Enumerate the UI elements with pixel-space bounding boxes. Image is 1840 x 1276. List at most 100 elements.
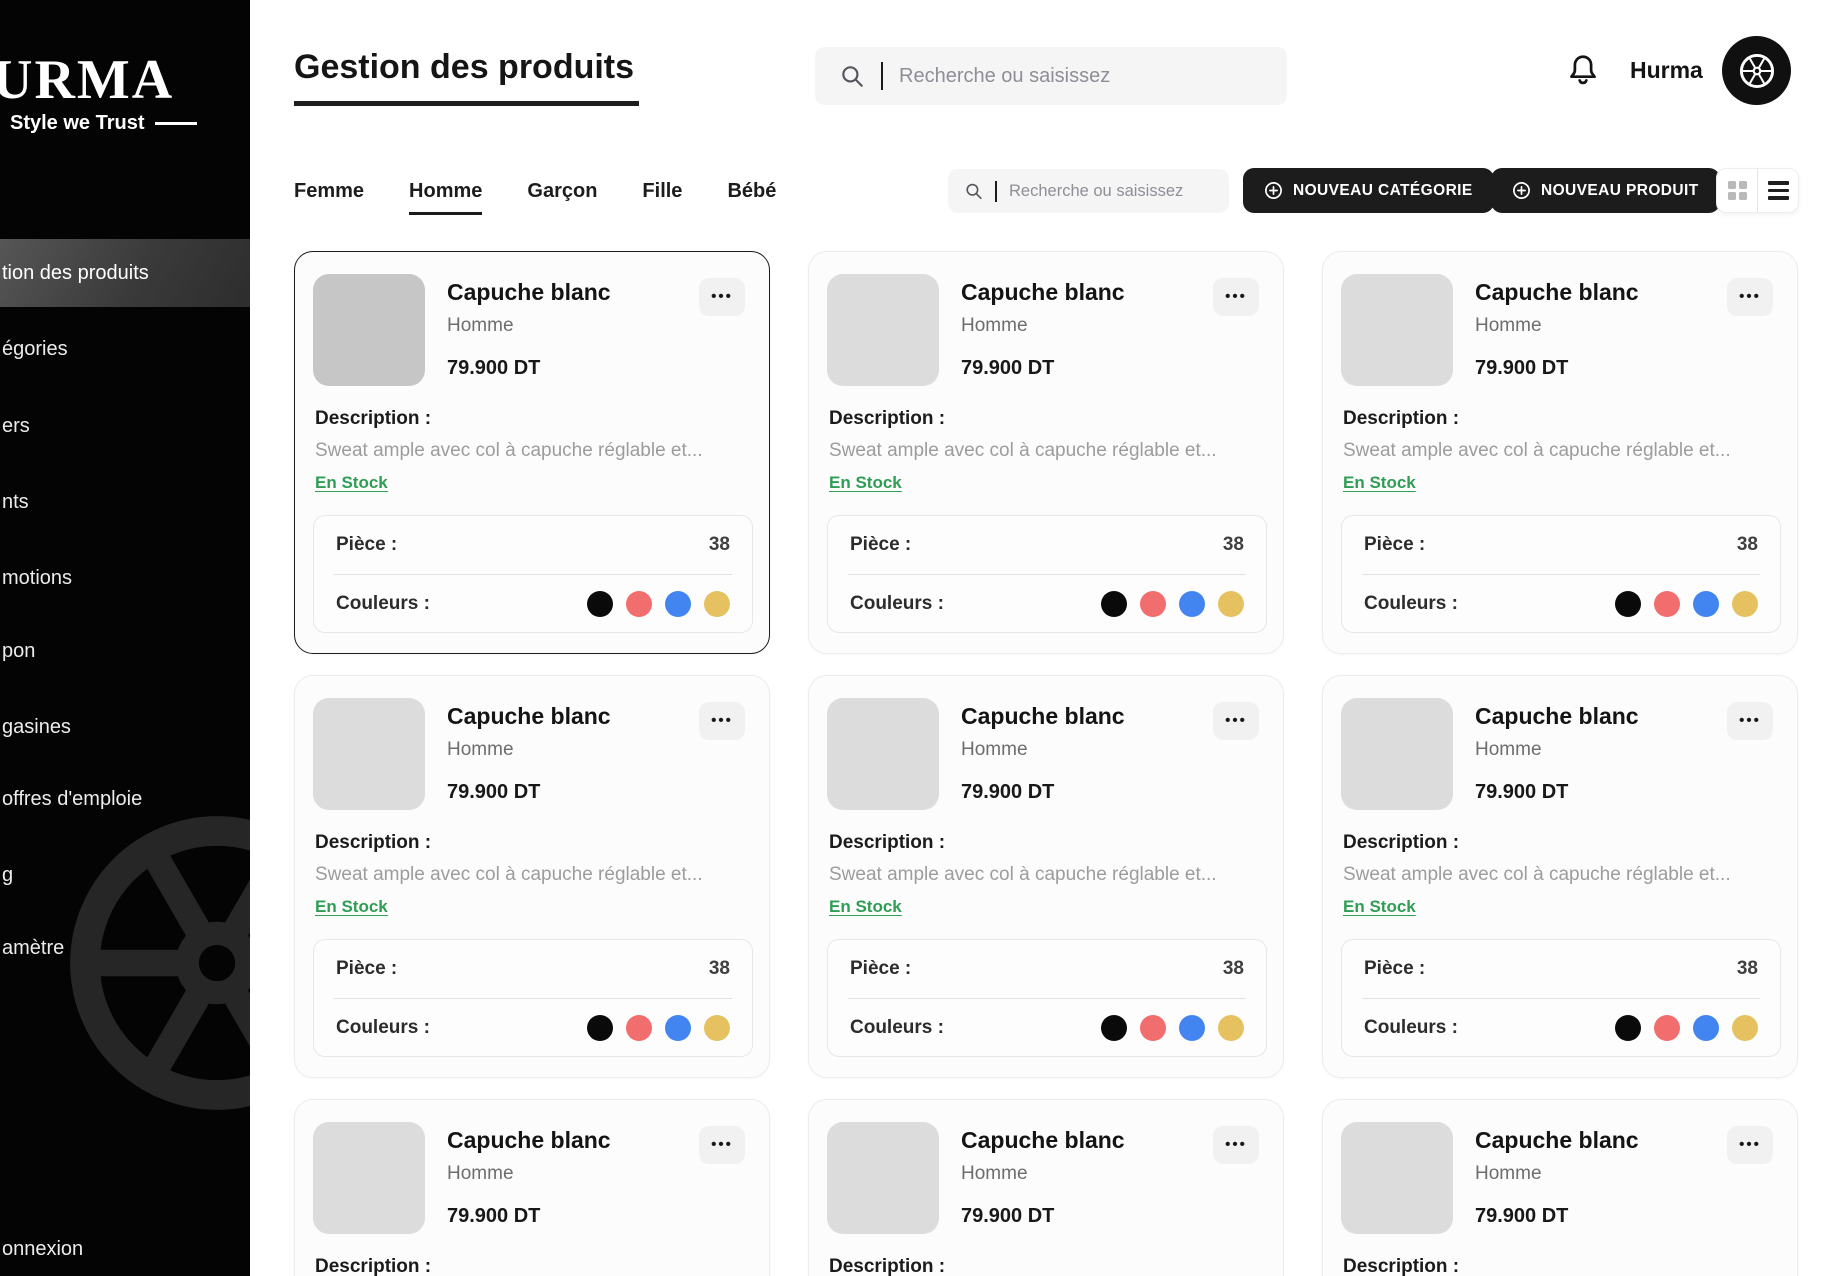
toolbar-search[interactable]: [948, 169, 1229, 213]
header-search[interactable]: [815, 47, 1287, 105]
swatch-blue[interactable]: [1693, 591, 1719, 617]
swatch-black[interactable]: [1101, 591, 1127, 617]
swatch-black[interactable]: [1101, 1015, 1127, 1041]
ellipsis-icon: •••: [1739, 712, 1761, 729]
product-card[interactable]: Capuche blanc Homme 79.900 DT ••• Descri…: [1322, 1099, 1798, 1276]
color-swatches: [1615, 591, 1758, 617]
tab-garcon[interactable]: Garçon: [527, 180, 597, 215]
swatch-black[interactable]: [587, 591, 613, 617]
product-category: Homme: [1475, 739, 1542, 761]
stock-badge[interactable]: En Stock: [829, 897, 902, 917]
sidebar-item-coupon[interactable]: pon: [0, 640, 250, 663]
product-image-placeholder: [827, 698, 939, 810]
swatch-blue[interactable]: [665, 1015, 691, 1041]
product-card[interactable]: Capuche blanc Homme 79.900 DT ••• Descri…: [808, 675, 1284, 1078]
product-category: Homme: [1475, 1163, 1542, 1185]
product-card[interactable]: Capuche blanc Homme 79.900 DT ••• Descri…: [808, 1099, 1284, 1276]
swatch-yellow[interactable]: [1218, 591, 1244, 617]
card-menu-button[interactable]: •••: [1727, 1126, 1773, 1164]
color-swatches: [1101, 1015, 1244, 1041]
swatch-blue[interactable]: [1693, 1015, 1719, 1041]
sidebar-item-promotions[interactable]: motions: [0, 567, 250, 590]
swatch-black[interactable]: [587, 1015, 613, 1041]
product-card[interactable]: Capuche blanc Homme 79.900 DT ••• Descri…: [1322, 251, 1798, 654]
product-card[interactable]: Capuche blanc Homme 79.900 DT ••• Descri…: [808, 251, 1284, 654]
sidebar-item-magasines[interactable]: gasines: [0, 716, 250, 739]
product-card[interactable]: Capuche blanc Homme 79.900 DT ••• Descri…: [294, 251, 770, 654]
swatch-black[interactable]: [1615, 591, 1641, 617]
page-title: Gestion des produits: [294, 48, 634, 87]
product-title: Capuche blanc: [447, 703, 611, 730]
product-card[interactable]: Capuche blanc Homme 79.900 DT ••• Descri…: [294, 675, 770, 1078]
card-menu-button[interactable]: •••: [1213, 278, 1259, 316]
sidebar-item-offres-emploie[interactable]: offres d'emploie: [0, 788, 250, 811]
swatch-yellow[interactable]: [704, 591, 730, 617]
card-menu-button[interactable]: •••: [1727, 278, 1773, 316]
swatch-red[interactable]: [1654, 591, 1680, 617]
text-cursor: [995, 181, 997, 202]
swatch-blue[interactable]: [1179, 591, 1205, 617]
sidebar-item-categories[interactable]: égories: [0, 338, 250, 361]
product-title: Capuche blanc: [1475, 279, 1639, 306]
colors-row: Couleurs :: [1342, 575, 1780, 633]
card-menu-button[interactable]: •••: [1213, 1126, 1259, 1164]
grid-view-button[interactable]: [1717, 169, 1757, 212]
tab-homme[interactable]: Homme: [409, 180, 482, 215]
card-menu-button[interactable]: •••: [699, 1126, 745, 1164]
swatch-red[interactable]: [626, 1015, 652, 1041]
swatch-red[interactable]: [1140, 591, 1166, 617]
swatch-red[interactable]: [1140, 1015, 1166, 1041]
product-image-placeholder: [1341, 1122, 1453, 1234]
product-price: 79.900 DT: [961, 357, 1054, 380]
avatar[interactable]: [1722, 36, 1791, 105]
sidebar-item-3[interactable]: nts: [0, 491, 250, 514]
header-search-input[interactable]: [899, 65, 1287, 88]
product-category: Homme: [447, 739, 514, 761]
tab-femme[interactable]: Femme: [294, 180, 364, 215]
new-category-button[interactable]: NOUVEAU CATÉGORIE: [1243, 168, 1494, 213]
card-menu-button[interactable]: •••: [699, 278, 745, 316]
card-menu-button[interactable]: •••: [699, 702, 745, 740]
swatch-yellow[interactable]: [704, 1015, 730, 1041]
sidebar-item-parametre[interactable]: amètre: [0, 937, 250, 960]
swatch-black[interactable]: [1615, 1015, 1641, 1041]
swatch-yellow[interactable]: [1218, 1015, 1244, 1041]
new-product-button[interactable]: NOUVEAU PRODUIT: [1491, 168, 1720, 213]
card-menu-button[interactable]: •••: [1727, 702, 1773, 740]
tab-fille[interactable]: Fille: [642, 180, 682, 215]
product-title: Capuche blanc: [1475, 703, 1639, 730]
list-view-button[interactable]: [1757, 169, 1798, 212]
stock-badge[interactable]: En Stock: [315, 473, 388, 493]
swatch-yellow[interactable]: [1732, 591, 1758, 617]
user-name: Hurma: [1630, 57, 1703, 84]
swatch-red[interactable]: [1654, 1015, 1680, 1041]
stock-badge[interactable]: En Stock: [315, 897, 388, 917]
notifications-button[interactable]: [1563, 50, 1603, 94]
sidebar-item-2[interactable]: ers: [0, 415, 250, 438]
toolbar-search-input[interactable]: [1009, 182, 1229, 201]
stock-badge[interactable]: En Stock: [1343, 897, 1416, 917]
stock-badge[interactable]: En Stock: [1343, 473, 1416, 493]
tab-bebe[interactable]: Bébé: [727, 180, 776, 215]
description-label: Description :: [829, 1256, 945, 1276]
sidebar-item-produits[interactable]: tion des produits: [0, 239, 250, 307]
sidebar-item-deconnexion[interactable]: onnexion: [0, 1238, 250, 1261]
product-image-placeholder: [827, 274, 939, 386]
product-card[interactable]: Capuche blanc Homme 79.900 DT ••• Descri…: [294, 1099, 770, 1276]
product-price: 79.900 DT: [447, 357, 540, 380]
swatch-yellow[interactable]: [1732, 1015, 1758, 1041]
product-card[interactable]: Capuche blanc Homme 79.900 DT ••• Descri…: [1322, 675, 1798, 1078]
description-text: Sweat ample avec col à capuche réglable …: [1343, 440, 1781, 462]
sidebar-item-8[interactable]: g: [0, 864, 250, 887]
color-swatches: [587, 591, 730, 617]
product-category: Homme: [1475, 315, 1542, 337]
swatch-blue[interactable]: [1179, 1015, 1205, 1041]
swatch-red[interactable]: [626, 591, 652, 617]
card-menu-button[interactable]: •••: [1213, 702, 1259, 740]
swatch-blue[interactable]: [665, 591, 691, 617]
colors-label: Couleurs :: [850, 1017, 944, 1039]
description-text: Sweat ample avec col à capuche réglable …: [315, 440, 753, 462]
ellipsis-icon: •••: [711, 1136, 733, 1153]
stock-badge[interactable]: En Stock: [829, 473, 902, 493]
brand-tagline: Style we Trust: [10, 112, 197, 135]
